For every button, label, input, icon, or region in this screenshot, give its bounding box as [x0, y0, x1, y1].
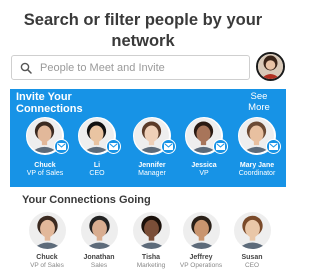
person-role: CEO	[89, 170, 105, 177]
page-title: Search or filter people by your network	[23, 11, 263, 50]
avatar	[78, 117, 121, 155]
connection-card[interactable]: Jonathan Sales	[72, 212, 126, 270]
profile-avatar[interactable]	[256, 52, 285, 81]
invite-panel-title: Invite Your Connections	[16, 91, 83, 115]
person-name: Jeffrey	[189, 254, 213, 261]
person-role: Coordinator	[238, 170, 276, 177]
avatar	[233, 212, 271, 249]
avatar	[238, 117, 281, 155]
person-role: VP of Sales	[26, 170, 64, 177]
person-name: Jessica	[191, 162, 217, 169]
connection-card[interactable]: Jeffrey VP Operations	[174, 212, 228, 270]
mail-icon[interactable]	[161, 139, 176, 154]
person-name: Mary Jane	[239, 162, 275, 169]
mail-icon[interactable]	[213, 139, 228, 154]
avatar	[80, 212, 118, 249]
person-name: Li	[93, 162, 101, 169]
person-name: Jennifer	[138, 162, 166, 169]
invite-card[interactable]: Mary Jane Coordinator	[230, 117, 284, 178]
connection-card[interactable]: Chuck VP of Sales	[20, 212, 74, 270]
invite-card[interactable]: Jessica VP	[177, 117, 231, 178]
search-input[interactable]	[40, 61, 240, 74]
invite-connections-panel: Invite Your Connections See More Chuck VP…	[10, 89, 286, 187]
person-name: Chuck	[34, 162, 56, 169]
avatar	[133, 117, 176, 155]
mail-icon[interactable]	[266, 139, 281, 154]
avatar	[182, 212, 220, 249]
person-role: Marketing	[136, 262, 166, 269]
see-more-link[interactable]: See More	[244, 91, 274, 113]
avatar	[185, 117, 228, 155]
mail-icon[interactable]	[54, 139, 69, 154]
search-bar[interactable]	[11, 55, 250, 80]
connections-going-title: Your Connections Going	[22, 194, 151, 206]
person-role: VP of Sales	[30, 262, 64, 269]
invite-card[interactable]: Li CEO	[70, 117, 124, 178]
person-name: Chuck	[36, 254, 58, 261]
person-role: VP Operations	[179, 262, 223, 269]
person-name: Jonathan	[83, 254, 115, 261]
person-role: VP	[199, 170, 209, 177]
person-name: Tisha	[141, 254, 161, 261]
invite-card[interactable]: Chuck VP of Sales	[18, 117, 72, 178]
connection-card[interactable]: Tisha Marketing	[124, 212, 178, 270]
person-role: CEO	[244, 262, 260, 269]
avatar	[132, 212, 170, 249]
mail-icon[interactable]	[106, 139, 121, 154]
person-role: Manager	[138, 170, 166, 177]
person-name: Susan	[241, 254, 263, 261]
avatar	[26, 117, 69, 155]
invite-card[interactable]: Jennifer Manager	[125, 117, 179, 178]
avatar	[28, 212, 66, 249]
person-role: Sales	[90, 262, 108, 269]
search-icon	[20, 62, 32, 74]
connection-card[interactable]: Susan CEO	[225, 212, 279, 270]
